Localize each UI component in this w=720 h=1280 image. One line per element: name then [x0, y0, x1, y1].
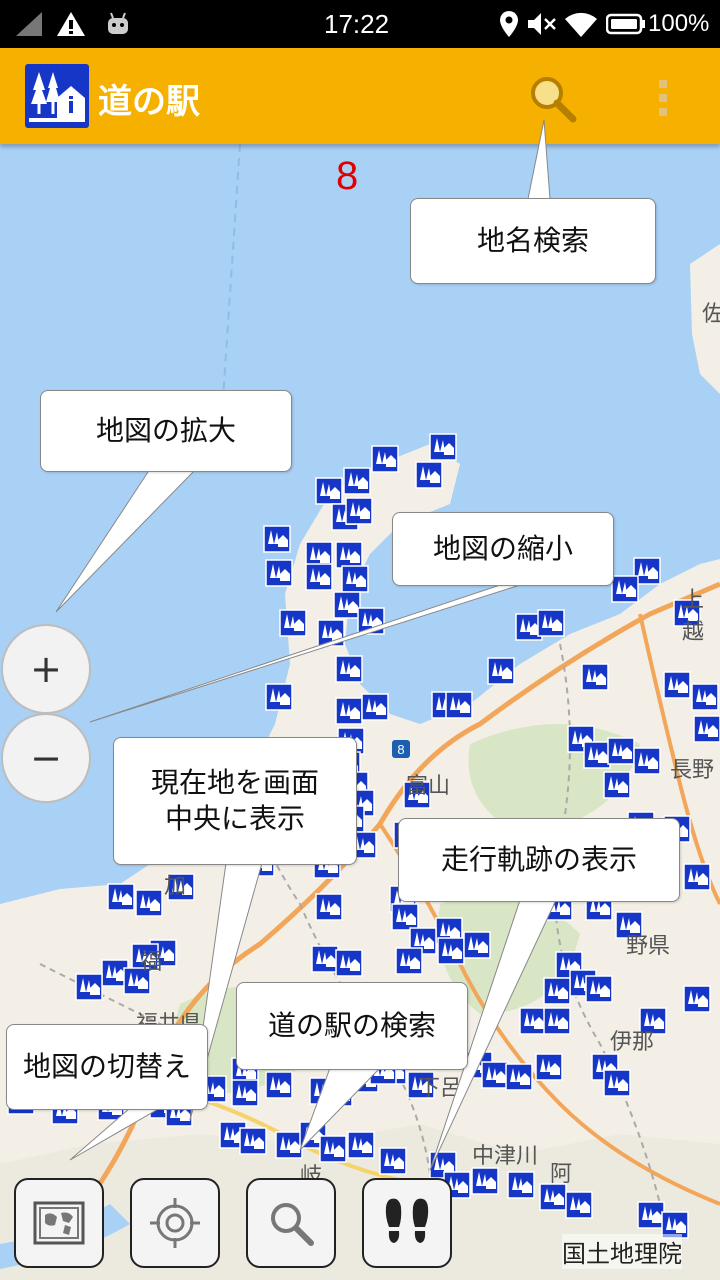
callout-center-location: 現在地を画面 中央に表示: [113, 737, 357, 865]
callout-station-search-text: 道の駅の検索: [267, 1008, 436, 1042]
callout-place-search: 地名検索: [410, 198, 656, 284]
callout-zoom-in-text: 地図の拡大: [95, 413, 236, 447]
station-search-icon: [271, 1203, 314, 1246]
callout-station-search: 道の駅の検索: [236, 982, 468, 1070]
station-search-button[interactable]: [246, 1178, 336, 1268]
callout-zoom-in: 地図の拡大: [40, 390, 292, 472]
callout-zoom-out-text: 地図の縮小: [432, 531, 573, 565]
map-switch-button[interactable]: [14, 1178, 104, 1268]
callout-zoom-out: 地図の縮小: [392, 512, 614, 586]
my-location-icon: [150, 1198, 200, 1248]
zoom-out-symbol: −: [30, 736, 62, 780]
map-switch-icon: [33, 1201, 85, 1245]
callout-map-switch: 地図の切替え: [6, 1024, 208, 1110]
callout-map-switch-text: 地図の切替え: [22, 1049, 191, 1083]
callout-center-location-line2: 中央に表示: [164, 802, 305, 835]
zoom-out-button[interactable]: −: [1, 713, 91, 803]
callout-center-location-line1: 現在地を画面: [150, 765, 319, 799]
map-attribution: 国土地理院: [562, 1234, 682, 1269]
my-location-button[interactable]: [130, 1178, 220, 1268]
callout-track-display-text: 走行軌跡の表示: [440, 842, 637, 876]
callout-place-search-text: 地名検索: [476, 223, 589, 257]
zoom-in-button[interactable]: +: [1, 624, 91, 714]
footprints-icon: [385, 1198, 429, 1243]
callout-track-display: 走行軌跡の表示: [398, 818, 680, 902]
zoom-in-symbol: +: [30, 647, 62, 691]
track-display-button[interactable]: [362, 1178, 452, 1268]
